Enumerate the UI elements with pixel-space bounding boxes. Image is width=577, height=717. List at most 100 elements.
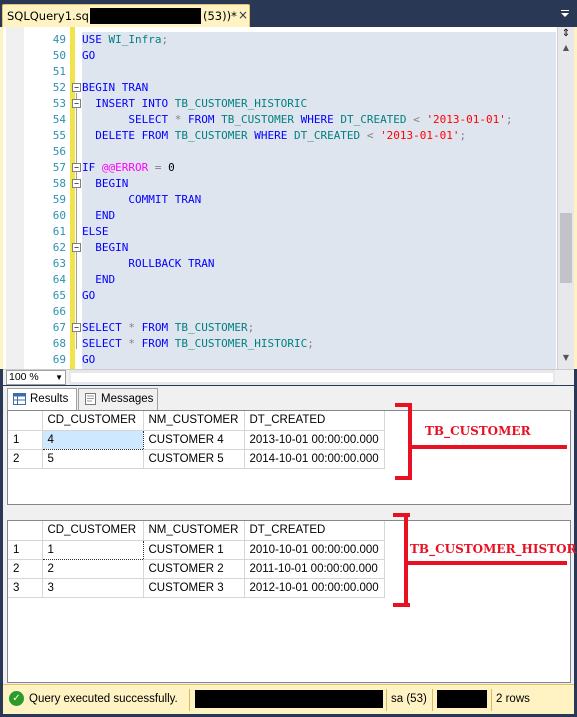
code-token: FROM bbox=[141, 337, 175, 350]
messages-icon bbox=[85, 393, 96, 405]
line-number: 68 bbox=[52, 337, 66, 350]
grid-cell[interactable]: 2011-10-01 00:00:00.000 bbox=[244, 559, 385, 579]
code-token: ROLLBACK TRAN bbox=[82, 257, 215, 270]
collapse-region-icon[interactable]: − bbox=[72, 179, 81, 188]
grid-cell[interactable]: 2013-10-01 00:00:00.000 bbox=[244, 430, 385, 450]
annotation-bracket-1-bottom bbox=[395, 476, 412, 480]
code-token: * bbox=[128, 337, 142, 350]
collapse-region-icon[interactable]: − bbox=[72, 99, 81, 108]
grid-corner[interactable] bbox=[8, 521, 43, 541]
collapse-region-icon[interactable]: − bbox=[72, 243, 81, 252]
code-line: SELECT * FROM TB_CUSTOMER_HISTORIC; bbox=[82, 336, 556, 352]
collapse-region-icon[interactable]: − bbox=[72, 323, 81, 332]
grid-cell[interactable]: 2014-10-01 00:00:00.000 bbox=[244, 449, 385, 469]
grid-cell[interactable]: 2 bbox=[42, 559, 144, 579]
grid-column-header[interactable]: NM_CUSTOMER bbox=[143, 411, 245, 431]
query-editor: 49 50 51 52 53 54 55 56 57 58 59 60 61 62 63 64 65 66 67 68… bbox=[0, 27, 577, 372]
collapse-region-icon[interactable]: − bbox=[72, 83, 81, 92]
code-token: ; bbox=[247, 321, 255, 334]
grid-header-row: CD_CUSTOMER NM_CUSTOMER DT_CREATED bbox=[8, 521, 385, 541]
horizontal-scrollbar[interactable] bbox=[69, 370, 555, 385]
row-number[interactable]: 1 bbox=[8, 540, 43, 560]
grid-cell[interactable]: CUSTOMER 3 bbox=[143, 578, 245, 598]
code-token: TB_CUSTOMER_HISTORIC bbox=[174, 97, 308, 110]
fold-guide bbox=[76, 253, 77, 269]
status-separator bbox=[432, 689, 433, 711]
status-separator bbox=[189, 689, 190, 711]
line-number: 69 bbox=[52, 353, 66, 366]
code-line: GO bbox=[82, 352, 556, 368]
tab-list-dropdown-icon[interactable] bbox=[559, 8, 571, 20]
table-row[interactable]: 1 4 CUSTOMER 4 2013-10-01 00:00:00.000 bbox=[8, 429, 385, 450]
code-token: END bbox=[82, 209, 116, 222]
code-line: DELETE FROM TB_CUSTOMER WHERE DT_CREATED… bbox=[82, 128, 556, 144]
row-number[interactable]: 2 bbox=[8, 449, 43, 469]
code-token: ; bbox=[307, 337, 314, 350]
grid-cell[interactable]: 2010-10-01 00:00:00.000 bbox=[244, 540, 385, 560]
grid-column-header[interactable]: CD_CUSTOMER bbox=[42, 521, 144, 541]
code-token: USE bbox=[82, 33, 109, 46]
tab-sqlquery1[interactable]: SQLQuery1.sql (53))* × bbox=[2, 4, 250, 27]
code-token: WI_Infra bbox=[108, 33, 162, 46]
grid-column-header[interactable]: DT_CREATED bbox=[244, 521, 385, 541]
grid-cell[interactable]: CUSTOMER 4 bbox=[143, 430, 245, 450]
code-token: TB_CUSTOMER_HISTORIC bbox=[174, 337, 308, 350]
row-number[interactable]: 3 bbox=[8, 578, 43, 598]
grid-cell[interactable]: CUSTOMER 5 bbox=[143, 449, 245, 469]
grid-column-header[interactable]: NM_CUSTOMER bbox=[143, 521, 245, 541]
grid-cell[interactable]: 1 bbox=[41, 539, 144, 560]
chevron-down-icon: ▼ bbox=[55, 373, 63, 382]
line-number: 66 bbox=[52, 305, 66, 318]
grid-cell[interactable]: 5 bbox=[42, 449, 144, 469]
code-text[interactable]: USE WI_Infra; GO BEGIN TRAN INSERT INTO TB… bbox=[82, 32, 556, 372]
redacted-server-name bbox=[90, 8, 201, 24]
annotation-bracket-2-bottom bbox=[393, 603, 410, 607]
code-token: INSERT INTO bbox=[82, 97, 175, 110]
code-token: TB_CUSTOMER bbox=[221, 113, 301, 126]
grid-cell[interactable]: CUSTOMER 1 bbox=[143, 540, 245, 560]
split-view-icon[interactable]: ⇕ bbox=[560, 29, 572, 41]
status-message: Query executed successfully. bbox=[29, 693, 178, 705]
grid-cell[interactable]: CUSTOMER 2 bbox=[143, 559, 245, 579]
code-token: FROM bbox=[187, 113, 222, 126]
zoom-select[interactable]: 100 % ▼ bbox=[6, 370, 66, 385]
status-user: sa (53) bbox=[391, 693, 427, 705]
grid-corner[interactable] bbox=[8, 411, 43, 431]
code-token: TB_CUSTOMER bbox=[174, 321, 248, 334]
grid-cell[interactable]: 4 bbox=[41, 429, 144, 450]
annotation-arrow-1 bbox=[412, 445, 567, 449]
code-token: BEGIN bbox=[82, 177, 129, 190]
code-token: WHERE bbox=[254, 129, 294, 142]
line-number: 55 bbox=[52, 129, 66, 142]
close-tab-icon[interactable]: × bbox=[238, 8, 248, 22]
table-row[interactable]: 2 5 CUSTOMER 5 2014-10-01 00:00:00.000 bbox=[8, 449, 385, 469]
fold-guide bbox=[76, 189, 77, 205]
tab-results[interactable]: Results bbox=[7, 388, 77, 410]
editor-surface[interactable]: 49 50 51 52 53 54 55 56 57 58 59 60 61 62 63 64 65 66 67 68… bbox=[6, 27, 574, 372]
table-row[interactable]: 1 1 CUSTOMER 1 2010-10-01 00:00:00.000 bbox=[8, 539, 385, 560]
hscroll-thumb[interactable] bbox=[71, 373, 553, 382]
tab-messages-label: Messages bbox=[101, 393, 154, 405]
code-line: SELECT * FROM TB_CUSTOMER; bbox=[82, 320, 556, 336]
grid-column-header[interactable]: CD_CUSTOMER bbox=[42, 411, 144, 431]
collapse-region-icon[interactable]: − bbox=[72, 163, 81, 172]
row-number[interactable]: 1 bbox=[8, 430, 43, 450]
line-numbers: 49 50 51 52 53 54 55 56 57 58 59 60 61 62 63 64 65 66 67 68… bbox=[28, 32, 66, 368]
scroll-thumb[interactable] bbox=[560, 213, 572, 283]
vertical-scrollbar[interactable]: ⇕ ▲ ▼ bbox=[557, 27, 574, 369]
code-token: SELECT bbox=[82, 113, 175, 126]
annotation-label-1: TB_CUSTOMER bbox=[425, 424, 531, 438]
table-row[interactable]: 3 3 CUSTOMER 3 2012-10-01 00:00:00.000 bbox=[8, 578, 385, 598]
row-number[interactable]: 2 bbox=[8, 559, 43, 579]
code-line: INSERT INTO TB_CUSTOMER_HISTORIC bbox=[82, 96, 556, 112]
table-row[interactable]: 2 2 CUSTOMER 2 2011-10-01 00:00:00.000 bbox=[8, 559, 385, 579]
grid-cell[interactable]: 2012-10-01 00:00:00.000 bbox=[244, 578, 385, 598]
code-token: FROM bbox=[141, 321, 175, 334]
grid-column-header[interactable]: DT_CREATED bbox=[244, 411, 385, 431]
scroll-up-icon[interactable]: ▲ bbox=[558, 43, 574, 57]
code-token: GO bbox=[82, 353, 96, 366]
tab-messages[interactable]: Messages bbox=[78, 388, 158, 410]
scroll-down-icon[interactable]: ▼ bbox=[558, 353, 574, 367]
grid-cell[interactable]: 3 bbox=[42, 578, 144, 598]
